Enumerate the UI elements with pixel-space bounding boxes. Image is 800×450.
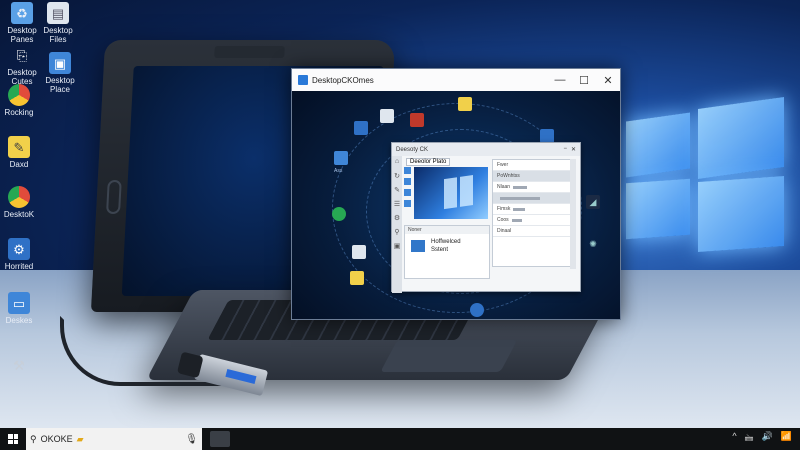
start-button[interactable] <box>0 428 26 450</box>
dialog-details-panel: Noner Hoffwelced Sstent <box>404 225 490 279</box>
laptop-hinge <box>106 180 122 214</box>
taskbar-app-button[interactable] <box>210 431 230 447</box>
details-line-1: Hoffwelced <box>431 239 461 245</box>
taskbar-search[interactable]: ⚲ OKOKE ▰ 🎙 <box>26 428 202 450</box>
desktop-icon-label: Rocking <box>4 108 34 117</box>
properties-row[interactable]: Dinaal <box>493 226 571 237</box>
desktop-icon-3[interactable]: ▣ Desktop Place <box>38 52 82 94</box>
inner-dialog[interactable]: Deesoty CK − ✕ ⌂ ↻ ✎ ☰ ⚙ ⚲ ▣ Deeolor Pla… <box>391 142 581 293</box>
recycle-bin-icon: ♻ <box>11 2 33 24</box>
wallpaper-preview[interactable] <box>414 167 488 219</box>
list-item[interactable] <box>404 189 411 196</box>
orbit-file-icon[interactable] <box>380 109 394 123</box>
search-text: OKOKE <box>40 434 73 444</box>
desktop-icon-8[interactable]: ▭ Deskes <box>0 292 41 325</box>
orbit-settings-icon[interactable]: ✺ <box>586 237 600 251</box>
settings-icon[interactable]: ⚙ <box>393 214 401 226</box>
laptop-webcam <box>214 46 285 58</box>
desktop-icon-6[interactable]: DesktoK <box>0 186 41 219</box>
windows-icon <box>8 434 18 444</box>
window-title-bar[interactable]: DesktopCKOmes — ☐ ✕ <box>292 69 620 91</box>
desktop-icon-7[interactable]: ⚙ Horrited <box>0 238 41 271</box>
orbit-monitor-icon[interactable] <box>334 151 348 165</box>
dialog-title: Deesoty CK <box>396 146 429 153</box>
desktop-icon-1[interactable]: ▤ Desktop Files <box>36 2 80 44</box>
keyboard-icon[interactable]: 🖮 <box>745 431 754 447</box>
desktop-icon-label: Daxd <box>9 160 29 169</box>
orbit-app-icon[interactable] <box>410 113 424 127</box>
system-tray: ^ 🖮 🔊 📶 <box>732 431 800 447</box>
tool-icon: ⚒ <box>13 357 25 373</box>
desktop-icon-label: DesktoK <box>3 210 35 219</box>
orbit-label: Ass <box>334 168 343 174</box>
main-window[interactable]: DesktopCKOmes — ☐ ✕ Ass ◢ ✺ Deesoty CK −… <box>291 68 621 320</box>
properties-row[interactable]: Coos <box>493 215 571 226</box>
laptop-touchpad <box>380 340 518 372</box>
monitor-icon: ▭ <box>8 292 30 314</box>
properties-row[interactable]: PoWnhtss <box>493 171 571 182</box>
chevron-up-icon[interactable]: ^ <box>732 431 736 447</box>
dialog-controls: − ✕ <box>563 146 576 153</box>
orbit-file-icon[interactable] <box>352 245 366 259</box>
orbit-chart-icon[interactable]: ◢ <box>586 195 600 209</box>
filter-icon[interactable]: ⚲ <box>393 228 401 240</box>
network-icon[interactable]: 📶 <box>781 431 792 447</box>
folder-icon <box>411 240 425 252</box>
desktop-icon-4[interactable]: Rocking <box>0 84 41 117</box>
list-item[interactable] <box>404 200 411 207</box>
orbit-app-icon[interactable] <box>470 303 484 317</box>
list-item[interactable] <box>404 178 411 185</box>
desktop-icon-label: Deskes <box>5 316 33 325</box>
orbit-app-icon[interactable] <box>540 129 554 143</box>
properties-row[interactable]: Fimsk <box>493 204 571 215</box>
properties-row[interactable] <box>493 193 571 204</box>
windows-logo-light <box>612 95 800 265</box>
details-label: Noner <box>405 226 489 234</box>
orbit-app-icon[interactable] <box>354 121 368 135</box>
gear-icon: ⚙ <box>8 238 30 260</box>
desktop-icon-label: Horrited <box>4 262 34 271</box>
maximize-button[interactable]: ☐ <box>572 74 596 87</box>
chrome-icon <box>8 186 30 208</box>
dialog-sidebar: ⌂ ↻ ✎ ☰ ⚙ ⚲ ▣ <box>392 156 402 293</box>
window-controls: — ☐ ✕ <box>548 74 620 87</box>
window-title: DesktopCKOmes <box>312 75 374 85</box>
list-item[interactable] <box>404 167 411 174</box>
close-button[interactable]: ✕ <box>596 74 620 87</box>
folder-icon: ▰ <box>76 433 84 444</box>
minimize-button[interactable]: — <box>548 74 572 87</box>
dialog-properties-panel: Fwer PoWnhtss Nlaan Fimsk Coos Dinaal <box>492 159 572 267</box>
refresh-icon[interactable]: ↻ <box>393 172 401 184</box>
shortcut-icon: ⎘ <box>16 47 28 63</box>
notes-icon: ✎ <box>8 136 30 158</box>
dialog-icon-list <box>404 167 414 211</box>
app-icon <box>298 75 308 85</box>
desktop-icon-5[interactable]: ✎ Daxd <box>0 136 41 169</box>
list-icon[interactable]: ☰ <box>393 200 401 212</box>
taskbar: ⚲ OKOKE ▰ 🎙 ^ 🖮 🔊 📶 <box>0 428 800 450</box>
details-line-2: Sstent <box>431 247 449 253</box>
orbit-notes-icon[interactable] <box>350 271 364 285</box>
orbit-chrome-icon[interactable] <box>332 207 346 221</box>
desktop-icon-label: Desktop Files <box>43 26 73 44</box>
edit-icon[interactable]: ✎ <box>393 186 401 198</box>
volume-icon[interactable]: 🔊 <box>762 431 773 447</box>
dialog-close-button[interactable]: ✕ <box>571 146 576 153</box>
chrome-icon <box>8 84 30 106</box>
properties-header: Fwer <box>493 160 571 171</box>
desktop-icon-label: Desktop Place <box>45 76 75 94</box>
search-icon: ⚲ <box>30 433 37 444</box>
folder-icon: ▣ <box>49 52 71 74</box>
properties-row[interactable]: Nlaan <box>493 182 571 193</box>
desktop-icon-9[interactable]: ⚒ <box>0 354 41 378</box>
image-icon[interactable]: ▣ <box>393 242 401 254</box>
orbit-folder-icon[interactable] <box>458 97 472 111</box>
microphone-icon[interactable]: 🎙 <box>185 434 198 445</box>
home-icon[interactable]: ⌂ <box>393 158 401 170</box>
dialog-minimize-button[interactable]: − <box>563 146 567 153</box>
dialog-scrollbar[interactable] <box>570 159 576 269</box>
dialog-title-bar[interactable]: Deesoty CK − ✕ <box>392 143 580 156</box>
file-icon: ▤ <box>47 2 69 24</box>
dialog-tab[interactable]: Deeolor Plato <box>406 158 451 166</box>
